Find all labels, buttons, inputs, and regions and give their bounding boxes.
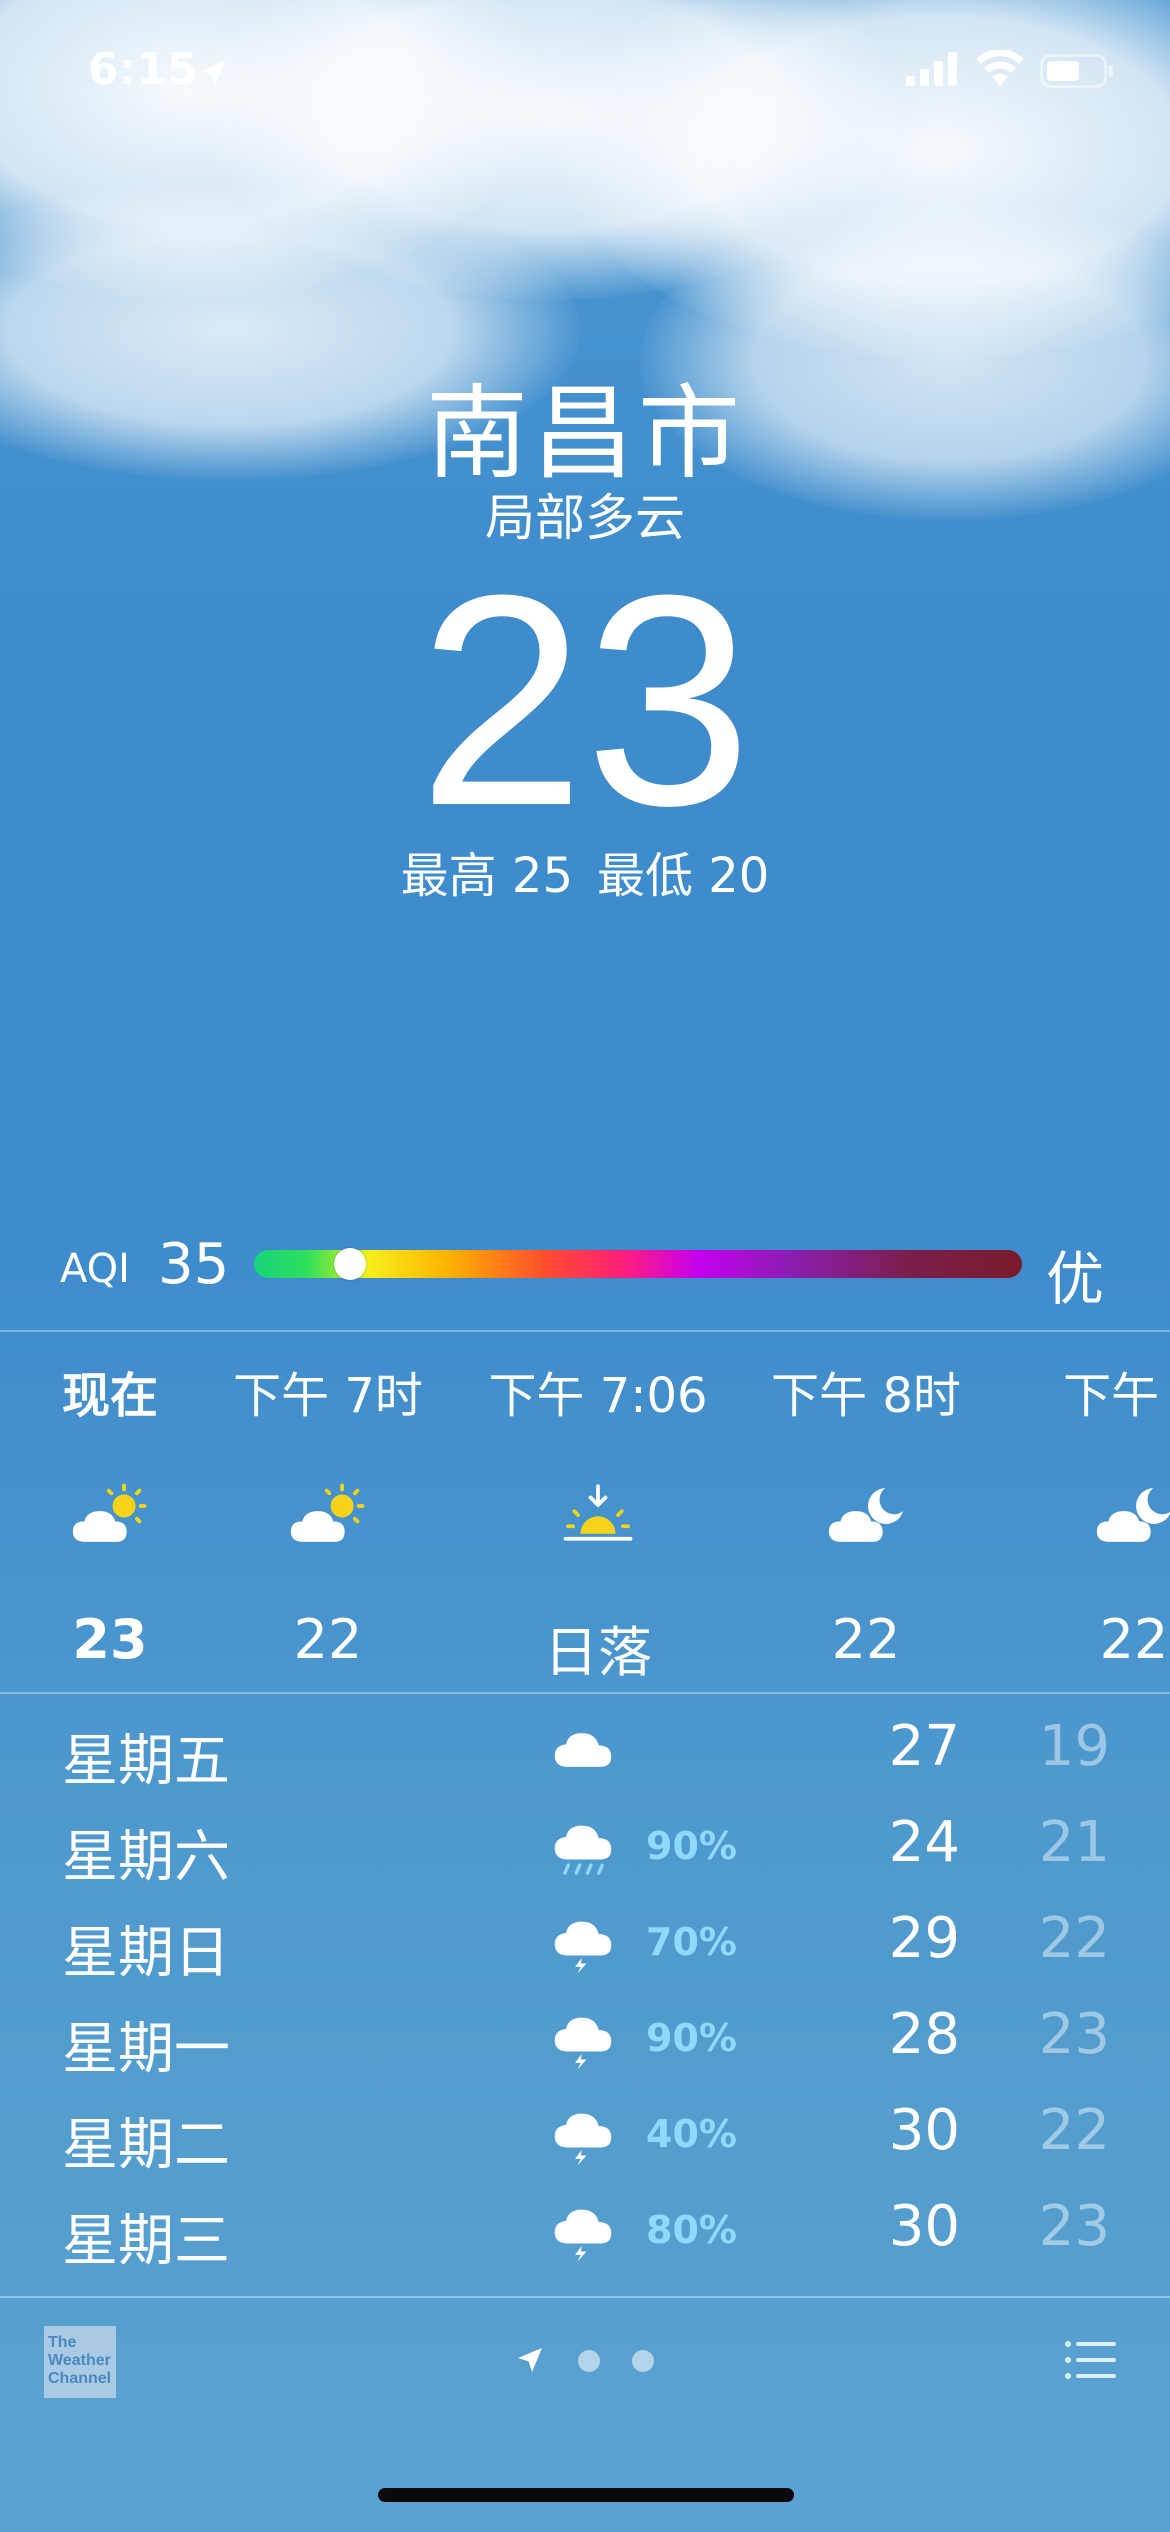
page-dot[interactable] xyxy=(632,2350,654,2372)
weather-channel-logo[interactable]: The Weather Channel xyxy=(44,2326,116,2398)
day-name: 星期日 xyxy=(62,1921,230,1986)
hourly-temperature: 22 xyxy=(293,1608,363,1671)
high-low: 最高 25 最低 20 xyxy=(0,836,1170,906)
rain-icon xyxy=(548,1814,620,1890)
day-high: 24 xyxy=(888,1810,960,1875)
divider xyxy=(0,1692,1170,1694)
day-low: 21 xyxy=(1038,1810,1110,1875)
cloud-icon xyxy=(548,1718,620,1794)
status-time: 6:15 xyxy=(88,44,198,95)
thunderstorm-icon xyxy=(548,2006,620,2082)
daily-row: 星期五 27 19 xyxy=(0,1704,1170,1800)
day-low: 23 xyxy=(1038,2194,1110,2259)
partly-cloudy-night-icon xyxy=(984,1470,1170,1560)
day-name: 星期五 xyxy=(62,1729,230,1794)
day-name: 星期一 xyxy=(62,2017,230,2082)
daily-row: 星期六 90% 24 21 xyxy=(0,1800,1170,1896)
divider xyxy=(0,2296,1170,2298)
cellular-signal-icon xyxy=(906,52,957,86)
daily-row: 星期一 90% 28 23 xyxy=(0,1992,1170,2088)
hourly-item: 下午 9 22 xyxy=(984,1356,1170,1671)
day-name: 星期六 xyxy=(62,1825,230,1890)
page-dot[interactable] xyxy=(578,2350,600,2372)
sunset-icon xyxy=(448,1470,748,1560)
partly-sunny-icon xyxy=(178,1470,478,1560)
day-low: 22 xyxy=(1038,1906,1110,1971)
city-name: 南昌市 xyxy=(426,375,744,494)
hourly-temperature: 日落 xyxy=(544,1621,652,1684)
aqi-label: AQI xyxy=(60,1246,130,1292)
precipitation-chance: 70% xyxy=(646,1920,737,1964)
battery-icon xyxy=(1040,54,1113,88)
thunderstorm-icon xyxy=(548,1910,620,1986)
day-name: 星期三 xyxy=(62,2209,230,2274)
day-low: 22 xyxy=(1038,2098,1110,2163)
thunderstorm-icon xyxy=(548,2198,620,2274)
precipitation-chance: 90% xyxy=(646,1824,737,1868)
aqi-value: 35 xyxy=(158,1232,230,1297)
high-temperature: 最高 25 xyxy=(400,848,573,904)
wifi-icon xyxy=(976,50,1024,86)
precipitation-chance: 90% xyxy=(646,2016,737,2060)
aqi-indicator xyxy=(333,1248,366,1280)
home-indicator[interactable] xyxy=(378,2488,794,2502)
thunderstorm-icon xyxy=(548,2102,620,2178)
hourly-time-label: 下午 8时 xyxy=(771,1368,961,1424)
hourly-item: 下午 8时 22 xyxy=(716,1356,1016,1671)
city-list-icon[interactable] xyxy=(1064,2340,1116,2380)
hourly-temperature: 22 xyxy=(831,1608,901,1671)
daily-row: 星期二 40% 30 22 xyxy=(0,2088,1170,2184)
day-high: 29 xyxy=(888,1906,960,1971)
day-high: 27 xyxy=(888,1714,960,1779)
precipitation-chance: 40% xyxy=(646,2112,737,2156)
location-arrow-icon xyxy=(200,60,226,86)
low-temperature: 最低 20 xyxy=(597,848,770,904)
hourly-time-label: 下午 7时 xyxy=(233,1368,423,1424)
hourly-item: 下午 7时 22 xyxy=(178,1356,478,1671)
partly-cloudy-night-icon xyxy=(716,1470,1016,1560)
day-high: 30 xyxy=(888,2194,960,2259)
day-high: 30 xyxy=(888,2098,960,2163)
hourly-time-label: 下午 7:06 xyxy=(488,1368,708,1424)
aqi-scale-bar xyxy=(254,1250,1022,1278)
day-name: 星期二 xyxy=(62,2113,230,2178)
aqi-level: 优 xyxy=(1046,1245,1105,1313)
hourly-time-label: 下午 9 xyxy=(1063,1368,1170,1424)
divider xyxy=(0,1330,1170,1332)
weather-screen: 6:15 南昌市 局部多云 23 最高 25 最低 20 AQI 35 优 现在… xyxy=(0,0,1170,2532)
hourly-item: 下午 7:06 日落 xyxy=(448,1356,748,1687)
day-low: 23 xyxy=(1038,2002,1110,2067)
hourly-temperature: 22 xyxy=(1099,1608,1169,1671)
current-location-icon[interactable] xyxy=(514,2344,546,2376)
day-low: 19 xyxy=(1038,1714,1110,1779)
precipitation-chance: 80% xyxy=(646,2208,737,2252)
daily-row: 星期三 80% 30 23 xyxy=(0,2184,1170,2280)
current-temperature: 23 xyxy=(418,532,752,868)
daily-row: 星期日 70% 29 22 xyxy=(0,1896,1170,1992)
day-high: 28 xyxy=(888,2002,960,2067)
